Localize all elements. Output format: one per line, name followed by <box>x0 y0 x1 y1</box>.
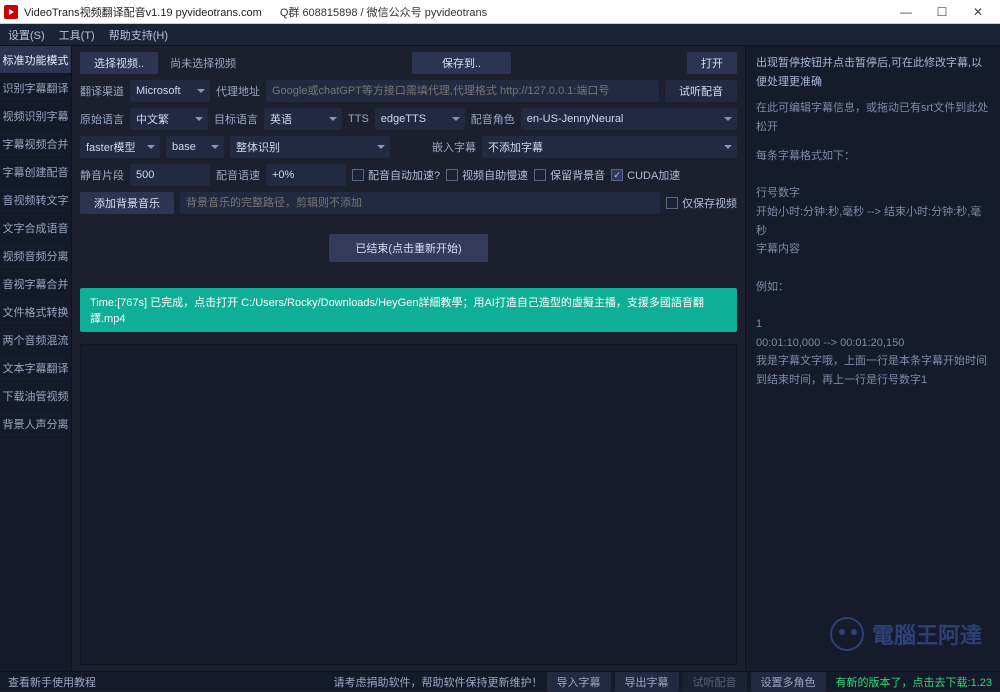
sidebar-item-tts[interactable]: 文字合成语音 <box>0 214 71 242</box>
proxy-input[interactable] <box>266 80 659 102</box>
window-subtitle: Q群 608815898 / 微信公众号 pyvideotrans <box>280 4 487 20</box>
format-line3: 字幕内容 <box>756 240 990 259</box>
only-save-video-checkbox[interactable]: 仅保存视频 <box>666 195 737 211</box>
status-mid: 请考虑捐助软件，帮助软件保持更新维护！ <box>334 674 543 690</box>
speed-input[interactable] <box>266 164 346 186</box>
import-subtitle-button[interactable]: 导入字幕 <box>547 672 611 692</box>
preview-dub-button[interactable]: 试听配音 <box>683 672 747 692</box>
sidebar-item-av-separate[interactable]: 视频音频分离 <box>0 242 71 270</box>
model-type-select[interactable]: faster模型 <box>80 136 160 158</box>
channel-select[interactable]: Microsoft <box>130 80 210 102</box>
bgm-path-input[interactable] <box>180 192 660 214</box>
sidebar-item-audio-mix[interactable]: 两个音频混流 <box>0 326 71 354</box>
add-bgm-button[interactable]: 添加背景音乐 <box>80 192 174 214</box>
dst-lang-label: 目标语言 <box>214 111 258 127</box>
silence-input[interactable] <box>130 164 210 186</box>
status-left[interactable]: 查看新手使用教程 <box>8 674 96 690</box>
export-subtitle-button[interactable]: 导出字幕 <box>615 672 679 692</box>
cuda-checkbox[interactable]: CUDA加速 <box>611 167 680 183</box>
statusbar: 查看新手使用教程 请考虑捐助软件，帮助软件保持更新维护！ 导入字幕 导出字幕 试… <box>0 671 1000 691</box>
app-logo-icon <box>4 5 18 19</box>
dst-lang-select[interactable]: 英语 <box>264 108 342 130</box>
keep-bg-checkbox[interactable]: 保留背景音 <box>534 167 605 183</box>
embed-select[interactable]: 不添加字幕 <box>482 136 737 158</box>
tts-label: TTS <box>348 113 369 125</box>
right-panel-header1: 出现暂停按钮并点击暂停后,可在此修改字幕,以便处理更准确 <box>756 54 990 91</box>
menu-settings[interactable]: 设置(S) <box>8 27 45 43</box>
menu-help[interactable]: 帮助支持(H) <box>109 27 168 43</box>
no-video-label: 尚未选择视频 <box>170 55 236 71</box>
silence-label: 静音片段 <box>80 167 124 183</box>
sidebar-item-vocal-separate[interactable]: 背景人声分离 <box>0 410 71 438</box>
result-message[interactable]: Time:[767s] 已完成，点击打开 C:/Users/Rocky/Down… <box>80 288 737 332</box>
right-panel-header2: 在此可编辑字幕信息，或拖动已有srt文件到此处松开 <box>756 99 990 136</box>
sidebar-item-av-sub-merge[interactable]: 音视字幕合并 <box>0 270 71 298</box>
subtitle-editor-panel[interactable]: 出现暂停按钮并点击暂停后,可在此修改字幕,以便处理更准确 在此可编辑字幕信息，或… <box>745 46 1000 671</box>
model-size-select[interactable]: base <box>166 136 224 158</box>
auto-dub-checkbox[interactable]: 配音自动加速? <box>352 167 440 183</box>
format-intro: 每条字幕格式如下： <box>756 147 990 166</box>
example-line2: 00:01:10,000 --> 00:01:20,150 <box>756 334 990 353</box>
sidebar-item-recognize-translate[interactable]: 识别字幕翻译 <box>0 74 71 102</box>
titlebar: VideoTrans视频翻译配音v1.19 pyvideotrans.com Q… <box>0 0 1000 24</box>
format-line1: 行号数字 <box>756 184 990 203</box>
speed-label: 配音语速 <box>216 167 260 183</box>
sidebar-item-video-recognize[interactable]: 视频识别字幕 <box>0 102 71 130</box>
minimize-button[interactable]: — <box>888 0 924 24</box>
test-dub-button[interactable]: 试听配音 <box>665 80 737 102</box>
voice-select[interactable]: en-US-JennyNeural <box>521 108 737 130</box>
tts-select[interactable]: edgeTTS <box>375 108 465 130</box>
format-line2: 开始小时:分钟:秒,毫秒 --> 结束小时:分钟:秒,毫秒 <box>756 203 990 240</box>
embed-label: 嵌入字幕 <box>432 139 476 155</box>
save-to-button[interactable]: 保存到.. <box>412 52 511 74</box>
multi-role-button[interactable]: 设置多角色 <box>751 672 826 692</box>
sidebar-item-youtube-dl[interactable]: 下载油管视频 <box>0 382 71 410</box>
auto-video-checkbox[interactable]: 视频自助慢速 <box>446 167 528 183</box>
close-button[interactable]: ✕ <box>960 0 996 24</box>
proxy-label: 代理地址 <box>216 83 260 99</box>
sidebar-item-subtitle-merge[interactable]: 字幕视频合并 <box>0 130 71 158</box>
sidebar-item-standard[interactable]: 标准功能模式 <box>0 46 71 74</box>
sidebar-item-format-convert[interactable]: 文件格式转换 <box>0 298 71 326</box>
menubar: 设置(S) 工具(T) 帮助支持(H) <box>0 24 1000 46</box>
sidebar-item-av-to-text[interactable]: 音视频转文字 <box>0 186 71 214</box>
channel-label: 翻译渠道 <box>80 83 124 99</box>
select-video-button[interactable]: 选择视频.. <box>80 52 158 74</box>
sidebar-item-subtitle-dub[interactable]: 字幕创建配音 <box>0 158 71 186</box>
sidebar-item-text-sub-translate[interactable]: 文本字幕翻译 <box>0 354 71 382</box>
sidebar: 标准功能模式 识别字幕翻译 视频识别字幕 字幕视频合并 字幕创建配音 音视频转文… <box>0 46 72 671</box>
example-line1: 1 <box>756 315 990 334</box>
maximize-button[interactable]: ☐ <box>924 0 960 24</box>
example-label: 例如： <box>756 278 990 297</box>
open-button[interactable]: 打开 <box>687 52 737 74</box>
voice-label: 配音角色 <box>471 111 515 127</box>
example-line3: 我是字幕文字哦，上面一行是本条字幕开始时间到结束时间，再上一行是行号数字1 <box>756 352 990 389</box>
execute-button[interactable]: 已结束(点击重新开始) <box>329 234 487 262</box>
src-lang-select[interactable]: 中文繁 <box>130 108 208 130</box>
log-area <box>80 344 737 665</box>
recognition-select[interactable]: 整体识别 <box>230 136 390 158</box>
update-link[interactable]: 有新的版本了，点击去下载:1.23 <box>836 674 992 690</box>
src-lang-label: 原始语言 <box>80 111 124 127</box>
menu-tools[interactable]: 工具(T) <box>59 27 95 43</box>
window-title: VideoTrans视频翻译配音v1.19 pyvideotrans.com <box>24 4 262 20</box>
